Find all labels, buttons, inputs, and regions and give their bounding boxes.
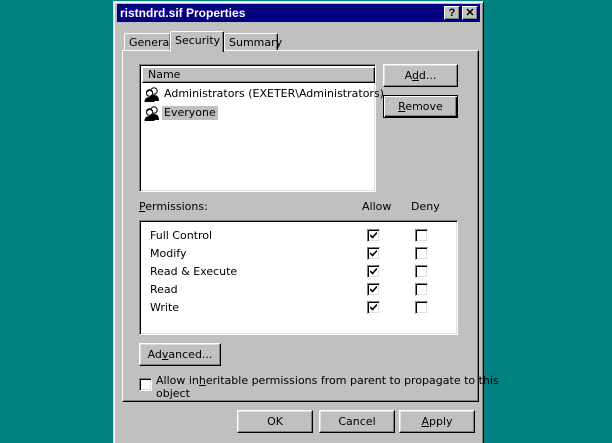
allow-checkbox[interactable] <box>367 247 380 260</box>
cancel-button[interactable]: Cancel <box>319 410 395 433</box>
add-button-text: A <box>404 69 412 82</box>
tab-summary-label: Summary <box>229 36 283 49</box>
close-button[interactable]: ✕ <box>462 6 478 20</box>
help-icon: ? <box>448 7 456 19</box>
apply-button-accel: A <box>421 415 429 428</box>
permissions-label-text: ermissions: <box>145 200 208 213</box>
permission-label: Read <box>150 283 178 296</box>
title-bar[interactable]: ristndrd.sif Properties ? ✕ <box>117 4 480 22</box>
user-group-icon <box>144 87 159 102</box>
ok-button-label: OK <box>267 415 283 428</box>
deny-header: Deny <box>411 200 440 213</box>
permission-row: Read <box>150 281 460 299</box>
deny-checkbox[interactable] <box>415 283 428 296</box>
close-icon: ✕ <box>465 7 475 19</box>
permissions-list: Full Control Modify Read & Execute Read Writ… <box>139 220 458 335</box>
permission-label: Write <box>150 301 180 314</box>
deny-checkbox[interactable] <box>415 247 428 260</box>
inherit-permissions-checkbox[interactable] <box>139 378 152 391</box>
inherit-label-text-rest: eritable permissions from parent to prop… <box>205 374 499 387</box>
tab-security-label: Security <box>175 34 221 47</box>
permission-row: Full Control <box>150 227 460 245</box>
permissions-label: Permissions: <box>139 200 208 213</box>
ok-button[interactable]: OK <box>237 410 313 433</box>
deny-checkbox[interactable] <box>415 301 428 314</box>
properties-dialog: ristndrd.sif Properties ? ✕ General Secu… <box>113 1 499 443</box>
tab-security[interactable]: Security <box>170 31 224 52</box>
permission-label: Modify <box>150 247 187 260</box>
tab-summary[interactable]: Summary <box>224 33 282 51</box>
inherit-permissions-label: Allow inheritable permissions from paren… <box>156 374 499 387</box>
advanced-button-text-rest: anced... <box>168 348 213 361</box>
window-title: ristndrd.sif Properties <box>120 6 246 20</box>
inherit-permissions-label-line2: object <box>156 387 190 400</box>
help-button[interactable]: ? <box>444 6 460 20</box>
inherit-accel: h <box>198 374 206 387</box>
remove-button[interactable]: Remove <box>383 95 458 118</box>
permission-label: Read & Execute <box>150 265 238 278</box>
apply-button[interactable]: Apply <box>399 410 475 433</box>
allow-header: Allow <box>362 200 392 213</box>
user-label: Everyone <box>162 106 218 120</box>
apply-button-label: pply <box>429 415 453 428</box>
allow-checkbox[interactable] <box>367 265 380 278</box>
permission-label: Full Control <box>150 229 213 242</box>
user-row-everyone[interactable]: Everyone <box>142 104 375 122</box>
advanced-button-text: Ad <box>147 348 162 361</box>
allow-checkbox[interactable] <box>367 283 380 296</box>
inherit-label-text: Allow in <box>156 374 199 387</box>
remove-button-text: emove <box>405 100 443 113</box>
permission-row: Modify <box>150 245 460 263</box>
add-button-accel: d <box>411 69 419 82</box>
column-header-name[interactable]: Name <box>142 67 375 83</box>
user-list[interactable]: Name Administrators (EXETER\Administrato… <box>139 64 384 192</box>
advanced-button[interactable]: Advanced... <box>139 343 221 366</box>
tab-general[interactable]: General <box>124 33 173 51</box>
user-row-administrators[interactable]: Administrators (EXETER\Administrators) <box>142 85 384 103</box>
deny-checkbox[interactable] <box>415 229 428 242</box>
add-button[interactable]: Add... <box>383 64 458 87</box>
cancel-button-label: Cancel <box>338 415 376 428</box>
allow-checkbox[interactable] <box>367 301 380 314</box>
permission-row: Write <box>150 299 460 317</box>
deny-checkbox[interactable] <box>415 265 428 278</box>
user-group-icon <box>144 106 159 121</box>
permission-row: Read & Execute <box>150 263 460 281</box>
security-tab-panel: Name Administrators (EXETER\Administrato… <box>122 50 499 402</box>
allow-checkbox[interactable] <box>367 229 380 242</box>
user-label: Administrators (EXETER\Administrators) <box>164 87 384 100</box>
tab-general-label: General <box>129 36 173 49</box>
column-header-label: Name <box>148 68 181 81</box>
add-button-text-rest: d... <box>418 69 437 82</box>
